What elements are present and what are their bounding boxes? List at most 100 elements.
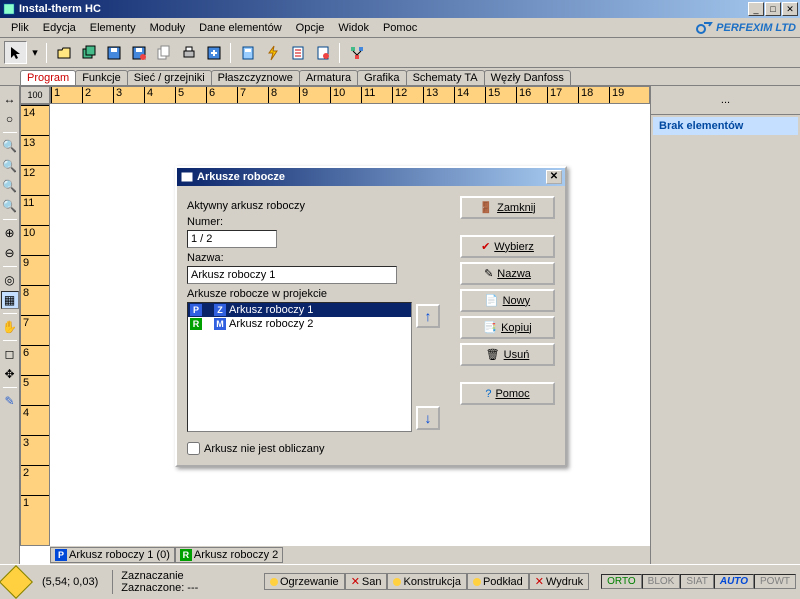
menu-dane[interactable]: Dane elementów — [192, 20, 289, 36]
circle-icon[interactable]: ○ — [1, 110, 19, 128]
help-icon: ? — [485, 388, 491, 400]
list-item[interactable]: PZ Arkusz roboczy 1 — [188, 303, 411, 317]
tab-grafika[interactable]: Grafika — [357, 70, 406, 85]
menu-bar: Plik Edycja Elementy Moduły Dane element… — [0, 18, 800, 38]
door-icon: 🚪 — [479, 201, 493, 214]
dropdown-arrow[interactable]: ▾ — [29, 41, 41, 64]
copy-icon[interactable] — [152, 41, 175, 64]
close-dialog-button[interactable]: 🚪Zamknij — [460, 196, 555, 219]
tab-armatura[interactable]: Armatura — [299, 70, 358, 85]
close-button[interactable]: ✕ — [782, 2, 798, 16]
ruler-horizontal: 12345678910111213141516171819 — [50, 86, 650, 104]
save-all-icon[interactable] — [77, 41, 100, 64]
hand-icon[interactable]: ✋ — [1, 318, 19, 336]
arrows-icon[interactable]: ↔ — [1, 90, 19, 108]
dialog-icon — [180, 170, 194, 184]
copy-icon: 📑 — [483, 321, 497, 334]
tab-funkcje[interactable]: Funkcje — [75, 70, 128, 85]
tab-wezly[interactable]: Węzły Danfoss — [484, 70, 571, 85]
active-label: Aktywny arkusz roboczy — [187, 200, 450, 212]
pen-icon: ✎ — [484, 267, 493, 280]
dialog-titlebar[interactable]: Arkusze robocze ✕ — [177, 168, 565, 186]
status-bar: (5,54; 0,03) Zaznaczanie Zaznaczone: ---… — [0, 564, 800, 598]
module-tabs: Program Funkcje Sieć / grzejniki Płaszcz… — [0, 68, 800, 86]
menu-pomoc[interactable]: Pomoc — [376, 20, 424, 36]
name-label: Nazwa: — [187, 252, 450, 264]
layer-tab[interactable]: Podkład — [467, 573, 529, 590]
delete-button[interactable]: 🗑Usuń — [460, 343, 555, 366]
choose-button[interactable]: ✔Wybierz — [460, 235, 555, 258]
zoom-window-icon[interactable]: 🔍 — [1, 197, 19, 215]
flash-icon[interactable] — [261, 41, 284, 64]
layer-tabs: Ogrzewanie✕SanKonstrukcjaPodkład✕Wydruk — [264, 573, 589, 590]
name-input[interactable] — [187, 266, 397, 284]
mode-powt[interactable]: POWT — [754, 574, 796, 589]
status-diamond-icon — [0, 565, 33, 599]
pencil-icon[interactable]: ✎ — [1, 392, 19, 410]
mode-orto[interactable]: ORTO — [601, 574, 642, 589]
zoom-minus-icon[interactable]: ⊖ — [1, 244, 19, 262]
tab-schematy[interactable]: Schematy TA — [406, 70, 485, 85]
dialog-close-button[interactable]: ✕ — [546, 170, 562, 184]
save-as-icon[interactable] — [127, 41, 150, 64]
menu-elementy[interactable]: Elementy — [83, 20, 143, 36]
layer-tab[interactable]: Konstrukcja — [387, 573, 466, 590]
calc-icon[interactable] — [236, 41, 259, 64]
save-icon[interactable] — [102, 41, 125, 64]
trash-icon: 🗑 — [486, 348, 500, 361]
zoom-fit-icon[interactable]: 🔍 — [1, 177, 19, 195]
worksheet-tab-2[interactable]: R Arkusz roboczy 2 — [175, 547, 283, 563]
select-rect-icon[interactable]: ◻ — [1, 345, 19, 363]
left-toolbar: ↔ ○ 🔍 🔍 🔍 🔍 ⊕ ⊖ ◎ ▦ ✋ ◻ ✥ ✎ — [0, 86, 20, 564]
tab-siec[interactable]: Sieć / grzejniki — [127, 70, 212, 85]
menu-edycja[interactable]: Edycja — [36, 20, 83, 36]
new-button[interactable]: 📄Nowy — [460, 289, 555, 312]
number-label: Numer: — [187, 216, 450, 228]
number-input[interactable] — [187, 230, 277, 248]
worksheet-tabs: P Arkusz roboczy 1 (0) R Arkusz roboczy … — [50, 546, 650, 564]
menu-moduly[interactable]: Moduły — [143, 20, 192, 36]
rename-button[interactable]: ✎Nazwa — [460, 262, 555, 285]
not-calculated-checkbox[interactable]: Arkusz nie jest obliczany — [187, 442, 450, 455]
grid-icon[interactable]: ▦ — [1, 291, 19, 309]
menu-opcje[interactable]: Opcje — [289, 20, 332, 36]
maximize-button[interactable]: □ — [765, 2, 781, 16]
wizard-icon[interactable] — [311, 41, 334, 64]
list-item[interactable]: RM Arkusz roboczy 2 — [188, 317, 411, 331]
minimize-button[interactable]: _ — [748, 2, 764, 16]
open-icon[interactable] — [52, 41, 75, 64]
print-icon[interactable] — [177, 41, 200, 64]
main-toolbar: ▾ — [0, 38, 800, 68]
layer-tab[interactable]: ✕San — [345, 573, 388, 590]
app-title: Instal-therm HC — [19, 3, 748, 15]
mode-siat[interactable]: SIAT — [680, 574, 713, 589]
export-icon[interactable] — [202, 41, 225, 64]
sheet-icon[interactable] — [286, 41, 309, 64]
title-bar: Instal-therm HC _ □ ✕ — [0, 0, 800, 18]
pointer-tool[interactable] — [4, 41, 27, 64]
menu-plik[interactable]: Plik — [4, 20, 36, 36]
tab-program[interactable]: Program — [20, 70, 76, 85]
check-icon: ✔ — [481, 240, 490, 253]
layer-tab[interactable]: Ogrzewanie — [264, 573, 345, 590]
zoom-out-icon[interactable]: 🔍 — [1, 157, 19, 175]
layer-tab[interactable]: ✕Wydruk — [529, 573, 589, 590]
move-down-button[interactable]: ↓ — [416, 406, 440, 430]
tree-icon[interactable] — [345, 41, 368, 64]
mode-auto[interactable]: AUTO — [714, 574, 754, 589]
zoom-in-icon[interactable]: 🔍 — [1, 137, 19, 155]
zoom-plus-icon[interactable]: ⊕ — [1, 224, 19, 242]
menu-widok[interactable]: Widok — [331, 20, 376, 36]
target-icon[interactable]: ◎ — [1, 271, 19, 289]
move-up-button[interactable]: ↑ — [416, 304, 440, 328]
tab-plaszczyznowe[interactable]: Płaszczyznowe — [211, 70, 300, 85]
worksheet-list[interactable]: PZ Arkusz roboczy 1RM Arkusz roboczy 2 — [187, 302, 412, 432]
ruler-vertical: 1413121110987654321 — [20, 104, 50, 546]
mode-blok[interactable]: BLOK — [642, 574, 681, 589]
worksheet-tab-1[interactable]: P Arkusz roboczy 1 (0) — [50, 547, 175, 563]
help-button[interactable]: ?Pomoc — [460, 382, 555, 405]
side-message: Brak elementów — [653, 117, 798, 135]
side-header: ... — [651, 86, 800, 115]
move-icon[interactable]: ✥ — [1, 365, 19, 383]
copy-button[interactable]: 📑Kopiuj — [460, 316, 555, 339]
